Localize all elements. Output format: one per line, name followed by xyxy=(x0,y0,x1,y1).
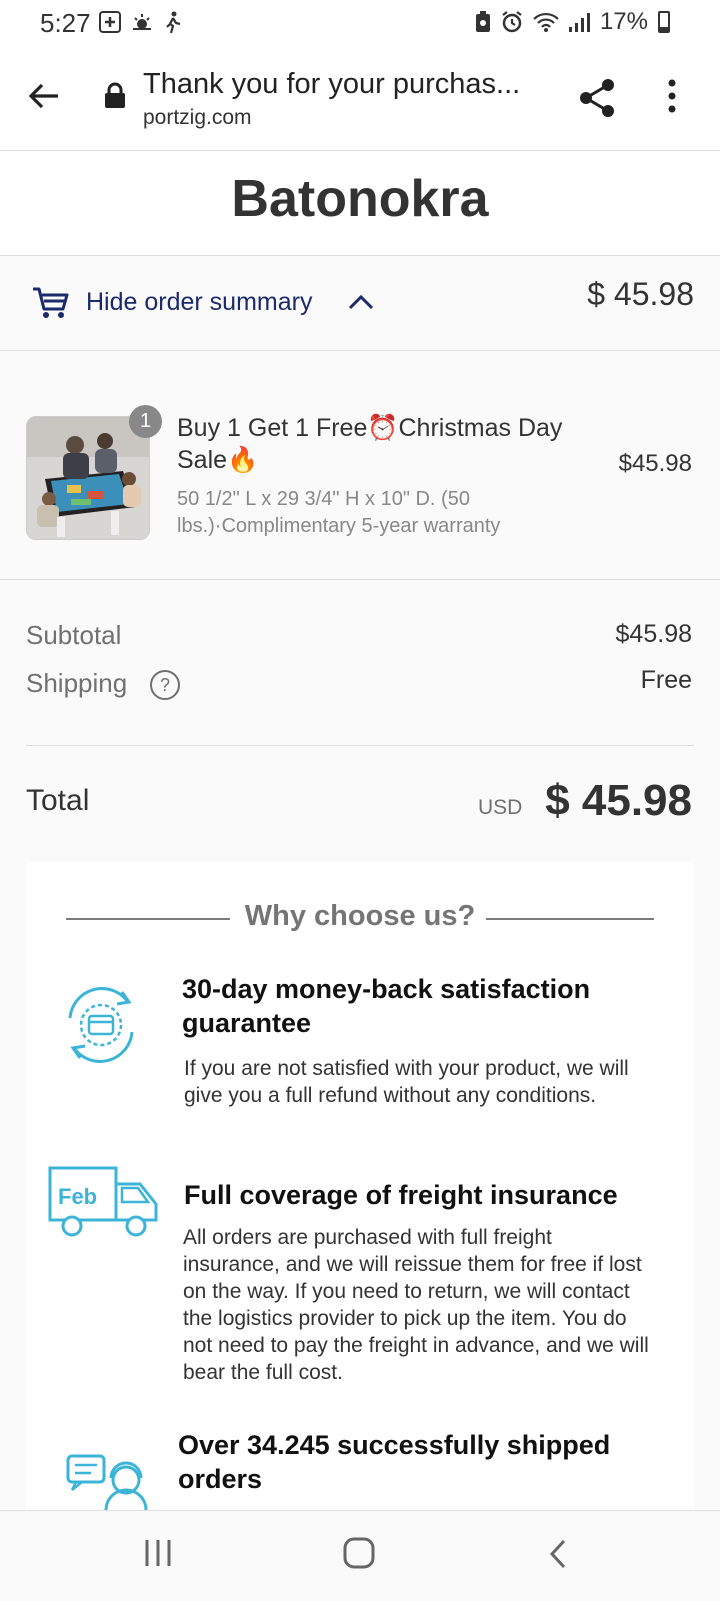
refund-cycle-icon xyxy=(58,982,144,1073)
why-title-text: Why choose us? xyxy=(238,900,482,932)
delivery-truck-icon: Feb xyxy=(46,1164,162,1245)
share-icon[interactable] xyxy=(578,78,616,123)
status-time: 5:27 xyxy=(40,8,91,38)
battery-saver-icon xyxy=(475,11,490,32)
summary-total: $ 45.98 xyxy=(587,276,694,312)
total-label: Total xyxy=(26,784,90,817)
feature-heading: Over 34.245 successfully shipped orders xyxy=(178,1430,611,1494)
feature-text: All orders are purchased with full freig… xyxy=(183,1226,649,1384)
status-system-icons: 17% xyxy=(474,8,670,36)
why-title: Why choose us? xyxy=(26,900,694,933)
page-domain[interactable]: portzig.com xyxy=(143,106,252,130)
why-choose-us-section: Why choose us? 30-day money-back satisfa… xyxy=(26,862,694,1522)
quantity-badge: 1 xyxy=(129,405,162,438)
totals-divider xyxy=(26,745,694,746)
customer-support-icon xyxy=(66,1452,148,1517)
status-notification-icons xyxy=(98,10,184,34)
battery-icon xyxy=(658,11,670,33)
feature-heading: Full coverage of freight insurance xyxy=(184,1180,618,1210)
lock-icon[interactable] xyxy=(104,82,126,115)
shipping-label: Shipping xyxy=(26,668,128,698)
store-header: Batonokra xyxy=(0,151,720,256)
product-price: $45.98 xyxy=(618,450,692,477)
chevron-up-icon[interactable] xyxy=(348,294,374,315)
total-currency: USD xyxy=(478,796,523,819)
wifi-icon xyxy=(533,12,559,32)
news-icon xyxy=(99,11,121,33)
hide-order-summary-label[interactable]: Hide order summary xyxy=(86,288,312,317)
feature-text: If you are not satisfied with your produ… xyxy=(184,1057,629,1107)
back-arrow-icon[interactable] xyxy=(26,78,62,119)
weather-icon xyxy=(133,14,151,30)
feature-heading: 30-day money-back satisfaction guarantee xyxy=(182,974,591,1038)
product-description: 50 1/2" L x 29 3/4" H x 10" D. (50 lbs.)… xyxy=(177,488,501,537)
recent-apps-icon[interactable] xyxy=(143,1538,173,1573)
order-summary-toggle[interactable]: Hide order summary $ 45.98 xyxy=(0,256,720,351)
order-line-item: 1 Buy 1 Get 1 Free⏰Christmas Day Sale🔥 5… xyxy=(0,350,720,580)
more-options-icon[interactable] xyxy=(666,78,678,119)
shipping-help-icon[interactable]: ? xyxy=(150,670,180,700)
truck-label: Feb xyxy=(58,1184,97,1209)
page-title[interactable]: Thank you for your purchas... xyxy=(143,68,520,101)
browser-toolbar: Thank you for your purchas... portzig.co… xyxy=(0,44,720,151)
android-nav-bar xyxy=(0,1510,720,1601)
store-name[interactable]: Batonokra xyxy=(0,169,720,229)
shipping-value: Free xyxy=(640,666,692,694)
alarm-icon xyxy=(502,11,522,33)
home-icon[interactable] xyxy=(342,1536,376,1575)
subtotal-label: Subtotal xyxy=(26,620,122,650)
battery-percent: 17% xyxy=(599,8,648,35)
signal-icon xyxy=(568,13,590,32)
product-title: Buy 1 Get 1 Free⏰Christmas Day Sale🔥 xyxy=(177,414,563,474)
total-amount: $ 45.98 xyxy=(545,776,692,825)
system-back-icon[interactable] xyxy=(548,1538,568,1575)
walking-icon xyxy=(166,11,181,34)
status-bar: 5:27 17% xyxy=(0,0,720,44)
product-thumbnail xyxy=(26,416,150,540)
subtotal-value: $45.98 xyxy=(615,620,692,648)
cart-icon[interactable] xyxy=(32,286,70,325)
